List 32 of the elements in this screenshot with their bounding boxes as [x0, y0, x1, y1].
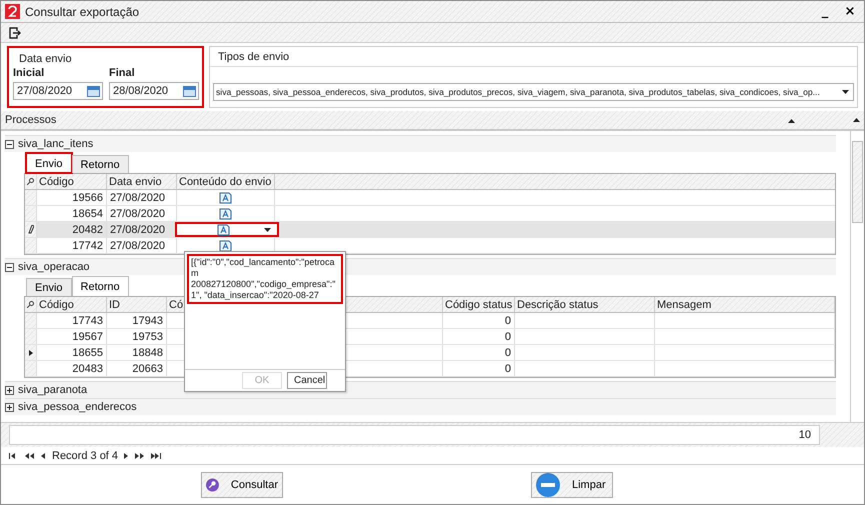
- group-title: Tipos de envio: [210, 47, 857, 67]
- table-cell: 0: [443, 313, 515, 328]
- table-cell: 20482: [37, 222, 107, 237]
- table-cell: 18655: [37, 345, 107, 360]
- table-cell: 27/08/2020: [107, 206, 177, 221]
- group-name: siva_lanc_itens: [18, 138, 94, 150]
- group-name: siva_operacao: [18, 261, 90, 273]
- window-title: Consultar exportação: [25, 4, 140, 18]
- table-cell: 18848: [107, 345, 167, 360]
- table-cell: 19566: [37, 190, 107, 205]
- field-label: Final: [109, 67, 136, 79]
- table-cell: 0: [443, 329, 515, 344]
- table-cell: 17742: [37, 238, 107, 253]
- table-cell: 19567: [37, 329, 107, 344]
- table-cell: 27/08/2020: [107, 190, 177, 205]
- table-cell: 18654: [37, 206, 107, 221]
- table-cell: 0: [443, 361, 515, 376]
- section-title: Processos: [5, 114, 58, 126]
- group-name: siva_pessoa_enderecos: [18, 401, 137, 413]
- table-cell: 27/08/2020: [107, 238, 177, 253]
- table-cell: 0: [443, 345, 515, 360]
- table-cell: 17943: [107, 313, 167, 328]
- table-cell: 19753: [107, 329, 167, 344]
- table-cell: 20663: [107, 361, 167, 376]
- group-name: siva_paranota: [18, 384, 88, 396]
- table-cell: 20483: [37, 361, 107, 376]
- group-title: Data envio: [18, 52, 73, 66]
- total-field: 10: [9, 425, 820, 445]
- field-label: Inicial: [13, 67, 46, 79]
- table-cell: 17743: [37, 313, 107, 328]
- content-text: [{"id":"0","cod_lancamento":"petrocam 200827120800","codigo_empresa":"1", "data_insercao":"2020-08-27: [187, 254, 343, 304]
- record-counter: Record 3 of 4: [52, 450, 118, 462]
